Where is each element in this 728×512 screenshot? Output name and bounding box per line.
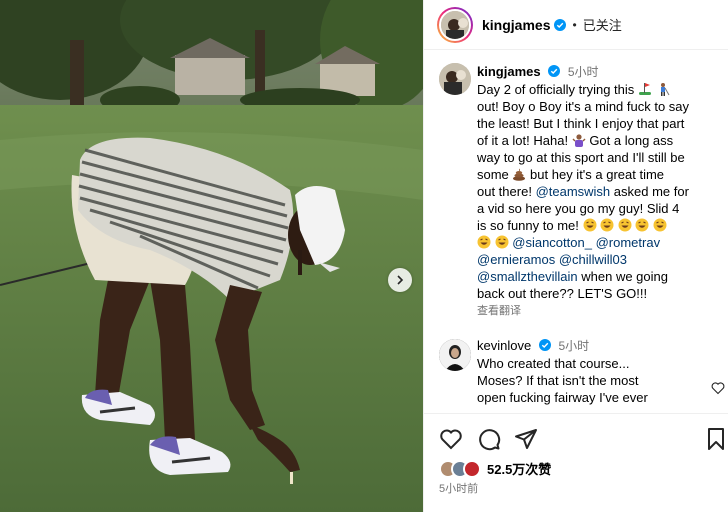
likes-count[interactable]: 52.5万次赞 <box>487 459 551 478</box>
caption-text: is so funny to me! <box>477 218 579 233</box>
post-media[interactable] <box>0 0 423 512</box>
laughing-emoji-icon <box>618 218 632 232</box>
likes-summary[interactable]: 52.5万次赞 <box>439 459 551 478</box>
caption-text: way to go at this sport and I'll still b… <box>477 150 685 165</box>
caption-time[interactable]: 5小时 <box>568 65 599 79</box>
liker-avatar <box>463 459 481 478</box>
comment-text: Moses? If that isn't the most <box>477 373 639 388</box>
author-avatar[interactable] <box>437 6 473 43</box>
post-actions: 52.5万次赞 5小时前 <box>424 413 728 512</box>
separator-dot: • <box>572 17 577 32</box>
like-comment-heart-icon[interactable] <box>711 381 725 395</box>
poop-emoji-icon <box>513 168 526 181</box>
profile-photo-icon <box>439 63 471 95</box>
following-status-button[interactable]: 已关注 <box>583 15 622 34</box>
caption-text: some <box>477 167 509 182</box>
caption-text: when we going <box>581 269 668 284</box>
verified-badge-icon <box>548 65 561 77</box>
caption-text: Day 2 of officially trying this <box>477 82 635 97</box>
laughing-emoji-icon <box>477 235 491 249</box>
caption-text: back out there?? LET'S GO!!! <box>477 286 648 301</box>
laughing-emoji-row <box>583 218 668 233</box>
caption-text: but hey it's a great time <box>530 167 665 182</box>
caption-text: of it a lot! Haha! <box>477 133 569 148</box>
laughing-emoji-icon <box>495 235 509 249</box>
verified-badge-icon <box>554 18 567 31</box>
verified-badge-icon <box>538 339 551 351</box>
shrugging-emoji-icon <box>572 134 586 147</box>
caption-text: out there! <box>477 184 532 199</box>
caption-text: a vid so here you go my guy! Slid 4 <box>477 201 680 216</box>
comment-text: open fucking fairway I've ever <box>477 390 648 405</box>
laughing-emoji-icon <box>600 218 614 232</box>
comment-time[interactable]: 5小时 <box>558 339 589 353</box>
see-translation-link[interactable]: 查看翻译 <box>477 303 727 320</box>
chevron-right-icon <box>397 275 404 285</box>
laughing-emoji-icon <box>583 218 597 232</box>
share-icon[interactable] <box>514 427 538 451</box>
commenter-username[interactable]: kevinlove <box>477 338 531 353</box>
laughing-emoji-icon <box>653 218 667 232</box>
author-username[interactable]: kingjames <box>482 17 550 33</box>
golf-video-frame <box>0 0 423 512</box>
laughing-emoji-icon <box>635 218 649 232</box>
next-media-button[interactable] <box>388 268 412 292</box>
golfer-emoji-icon <box>660 83 669 96</box>
caption-text: out! Boy o Boy it's a mind fuck to say <box>477 99 690 114</box>
posted-time[interactable]: 5小时前 <box>439 480 478 496</box>
comment-icon[interactable] <box>477 427 501 451</box>
caption-username[interactable]: kingjames <box>477 64 541 79</box>
golf-flag-emoji-icon <box>638 83 651 95</box>
comments-section[interactable]: kingjames 5小时 Day 2 of officially trying… <box>424 51 728 413</box>
mention-link[interactable]: @siancotton_ <box>512 235 592 250</box>
commenter-avatar[interactable] <box>439 339 471 371</box>
mention-link[interactable]: @chillwill03 <box>559 252 627 267</box>
caption-text: the least! But I think I enjoy that part <box>477 116 685 131</box>
caption-text: asked me for <box>613 184 689 199</box>
mention-link[interactable]: @rometrav <box>596 235 661 250</box>
mention-link[interactable]: @ernieramos <box>477 252 555 267</box>
post-header: kingjames • 已关注 <box>424 0 728 50</box>
heart-icon[interactable] <box>439 427 463 451</box>
profile-photo-icon <box>439 339 471 371</box>
post-side-panel: kingjames • 已关注 kingjames 5小时 Day 2 of o… <box>423 0 728 512</box>
caption-avatar[interactable] <box>439 63 471 95</box>
profile-photo-icon <box>441 10 469 39</box>
mention-link[interactable]: @smallzthevillain <box>477 269 578 284</box>
mention-link[interactable]: @teamswish <box>536 184 611 199</box>
bookmark-icon[interactable] <box>704 427 728 451</box>
comment-text: Who created that course... <box>477 356 630 371</box>
caption-text: Got a long ass <box>589 133 674 148</box>
